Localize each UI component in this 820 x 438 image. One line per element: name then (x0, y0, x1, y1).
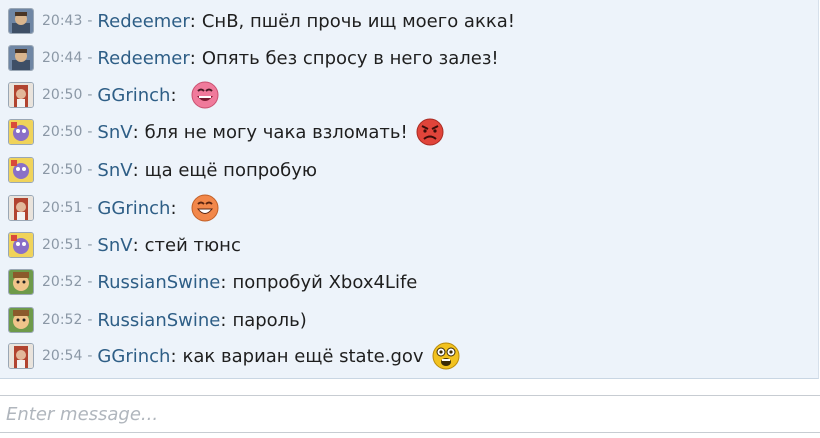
time-separator: - (87, 274, 93, 290)
snv-avatar[interactable] (8, 232, 34, 258)
laughing-smiley-icon (189, 80, 221, 110)
chat-message: 20:50 - SnV : ща ещё попробую (8, 155, 317, 185)
message-time: 20:51 (42, 237, 83, 253)
message-text: Опять без спросу в него залез! (201, 47, 499, 69)
chat-message: 20:50 - GGrinch : (8, 80, 221, 110)
shocked-smiley-icon (430, 341, 462, 371)
username-colon: : (170, 197, 177, 219)
message-username[interactable]: GGrinch (97, 346, 170, 367)
message-text: пароль) (232, 309, 307, 331)
message-time: 20:50 (42, 162, 83, 178)
chat-message: 20:52 - RussianSwine : попробуй Xbox4Lif… (8, 267, 417, 297)
time-separator: - (87, 50, 93, 66)
message-username[interactable]: RussianSwine (97, 272, 220, 293)
message-input-bar (0, 395, 820, 433)
russianswine-avatar[interactable] (8, 307, 34, 333)
chat-log[interactable]: 20:43 - Redeemer : СнВ, пшёл прочь ищ мо… (0, 0, 819, 379)
username-colon: : (220, 309, 227, 331)
time-separator: - (87, 237, 93, 253)
chat-message: 20:54 - GGrinch : как вариан ещё state.g… (8, 341, 462, 371)
username-colon: : (132, 159, 139, 181)
ggrinch-avatar[interactable] (8, 343, 34, 369)
chat-message: 20:43 - Redeemer : СнВ, пшёл прочь ищ мо… (8, 6, 515, 36)
message-text: стей тюнс (144, 234, 241, 256)
time-separator: - (87, 312, 93, 328)
message-username[interactable]: Redeemer (97, 48, 189, 69)
snv-avatar[interactable] (8, 119, 34, 145)
message-time: 20:43 (42, 13, 83, 29)
ggrinch-avatar[interactable] (8, 82, 34, 108)
username-colon: : (170, 345, 177, 367)
username-colon: : (220, 271, 227, 293)
message-username[interactable]: Redeemer (97, 11, 189, 32)
grinning-smiley-icon (189, 193, 221, 223)
message-username[interactable]: GGrinch (97, 198, 170, 219)
message-time: 20:50 (42, 124, 83, 140)
redeemer-avatar[interactable] (8, 8, 34, 34)
chat-message: 20:51 - GGrinch : (8, 193, 221, 223)
username-colon: : (170, 84, 177, 106)
message-time: 20:44 (42, 50, 83, 66)
chat-message: 20:51 - SnV : стей тюнс (8, 230, 241, 260)
time-separator: - (87, 124, 93, 140)
angry-smiley-icon (414, 117, 446, 147)
message-time: 20:52 (42, 274, 83, 290)
message-text: как вариан ещё state.gov (182, 345, 424, 367)
message-text: СнВ, пшёл прочь ищ моего акка! (201, 10, 515, 32)
time-separator: - (87, 200, 93, 216)
time-separator: - (87, 13, 93, 29)
snv-avatar[interactable] (8, 157, 34, 183)
message-username[interactable]: SnV (97, 122, 132, 143)
username-colon: : (132, 121, 139, 143)
message-username[interactable]: GGrinch (97, 85, 170, 106)
message-username[interactable]: SnV (97, 160, 132, 181)
message-time: 20:51 (42, 200, 83, 216)
message-time: 20:52 (42, 312, 83, 328)
time-separator: - (87, 162, 93, 178)
ggrinch-avatar[interactable] (8, 195, 34, 221)
chat-message: 20:52 - RussianSwine : пароль) (8, 305, 307, 335)
username-colon: : (189, 47, 196, 69)
chat-message: 20:44 - Redeemer : Опять без спросу в не… (8, 43, 499, 73)
username-colon: : (132, 234, 139, 256)
redeemer-avatar[interactable] (8, 45, 34, 71)
message-time: 20:54 (42, 348, 83, 364)
time-separator: - (87, 348, 93, 364)
message-username[interactable]: RussianSwine (97, 310, 220, 331)
message-text: ща ещё попробую (144, 159, 318, 181)
message-time: 20:50 (42, 87, 83, 103)
time-separator: - (87, 87, 93, 103)
message-text: попробуй Xbox4Life (232, 271, 418, 293)
russianswine-avatar[interactable] (8, 269, 34, 295)
username-colon: : (189, 10, 196, 32)
message-text: бля не могу чака взломать! (144, 121, 408, 143)
message-username[interactable]: SnV (97, 235, 132, 256)
message-input[interactable] (0, 396, 820, 432)
chat-message: 20:50 - SnV : бля не могу чака взломать! (8, 117, 446, 147)
